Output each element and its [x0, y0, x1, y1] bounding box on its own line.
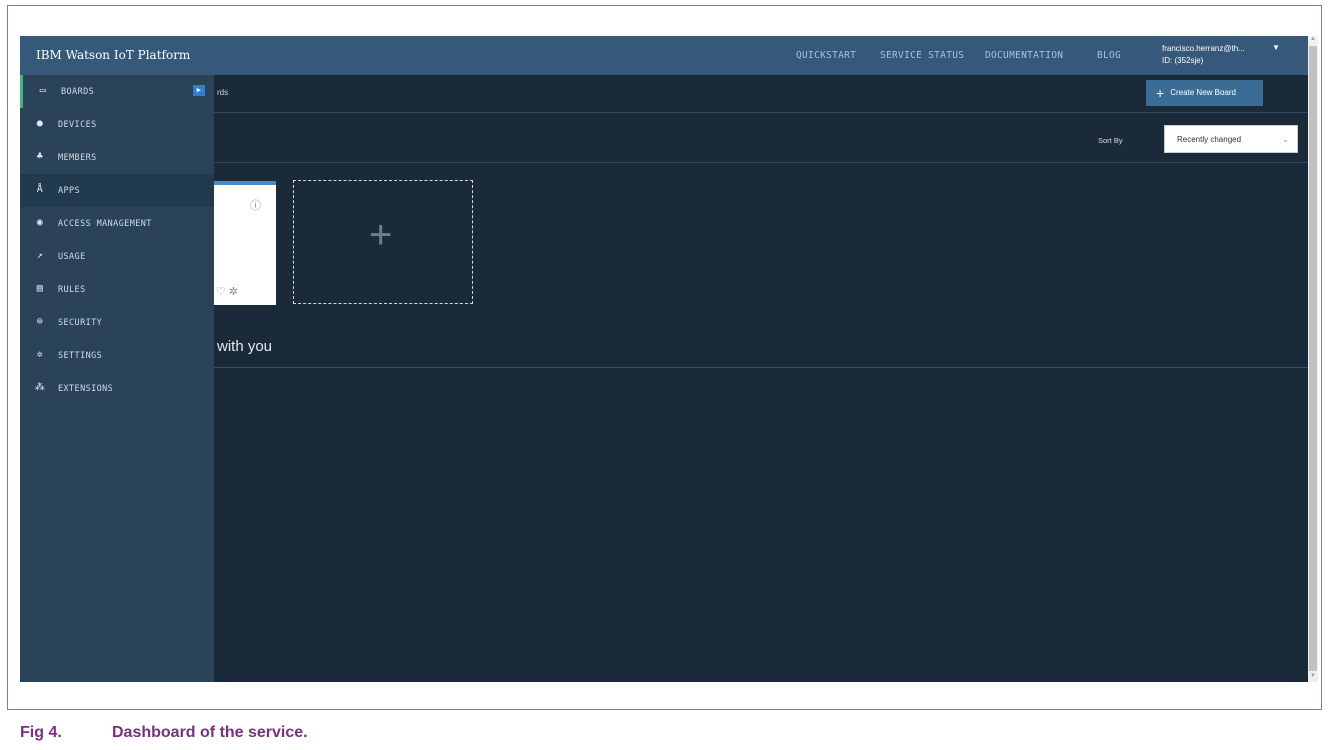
sidebar-item-usage[interactable]: ↗ USAGE	[20, 240, 214, 273]
scrollbar[interactable]: ▲ ▼	[1308, 36, 1318, 682]
chevron-down-icon: ⌄	[1282, 135, 1289, 144]
sidebar-item-settings[interactable]: ✲ SETTINGS	[20, 339, 214, 372]
sidebar-item-devices[interactable]: ● DEVICES	[20, 108, 214, 141]
nav-quickstart[interactable]: QUICKSTART	[796, 50, 856, 61]
brand-title: IBM Watson IoT Platform	[36, 48, 191, 62]
sidebar-item-extensions[interactable]: ⁂ EXTENSIONS	[20, 372, 214, 405]
rules-icon: ▤	[36, 283, 44, 294]
extensions-icon: ⁂	[34, 382, 46, 393]
card-actions: ♡✲	[216, 285, 241, 298]
figure-caption: Fig 4. Dashboard of the service.	[20, 724, 308, 742]
shared-boards-heading: with you	[217, 338, 273, 355]
sidebar-item-label: BOARDS	[61, 87, 95, 97]
lock-icon: ⊜	[36, 316, 44, 327]
boards-icon: ▭	[39, 85, 47, 96]
sidebar-item-label: EXTENSIONS	[58, 384, 114, 394]
nav-service-status[interactable]: SERVICE STATUS	[880, 50, 964, 61]
sidebar-item-boards[interactable]: ▭ BOARDS ▶	[20, 75, 214, 108]
members-icon: ♣	[36, 151, 44, 162]
sidebar-item-label: ACCESS MANAGEMENT	[58, 219, 152, 229]
access-icon: ◉	[36, 217, 44, 228]
section-divider	[214, 367, 1308, 368]
user-name: francisco.herranz@th...	[1162, 44, 1245, 53]
create-new-board-button[interactable]: + Create New Board	[1146, 80, 1263, 106]
sidebar-item-access-management[interactable]: ◉ ACCESS MANAGEMENT	[20, 207, 214, 240]
top-bar: IBM Watson IoT Platform QUICKSTART SERVI…	[20, 36, 1308, 75]
sidebar: ▭ BOARDS ▶ ● DEVICES ♣ MEMBERS Å APPS ◉ …	[20, 75, 214, 682]
sidebar-item-label: DEVICES	[58, 120, 97, 130]
sort-select[interactable]: Recently changed ⌄	[1164, 125, 1298, 153]
figure-caption-text: Dashboard of the service.	[112, 724, 308, 741]
gear-icon: ✲	[36, 349, 44, 360]
sort-value: Recently changed	[1177, 135, 1242, 144]
gear-icon[interactable]: ✲	[229, 286, 241, 298]
user-menu[interactable]: francisco.herranz@th... ID: (352sje)	[1162, 43, 1245, 67]
sidebar-item-label: APPS	[58, 186, 81, 196]
sidebar-item-label: USAGE	[58, 252, 86, 262]
sort-label: Sort By	[1098, 136, 1123, 145]
devices-icon: ●	[36, 118, 44, 129]
scroll-down-icon[interactable]: ▼	[1310, 673, 1316, 679]
collapse-arrow-icon[interactable]: ▶	[193, 85, 205, 96]
sidebar-item-label: RULES	[58, 285, 86, 295]
create-new-board-label: Create New Board	[1170, 88, 1236, 98]
nav-blog[interactable]: BLOG	[1097, 50, 1121, 61]
app-window: IBM Watson IoT Platform QUICKSTART SERVI…	[20, 36, 1308, 682]
usage-icon: ↗	[36, 250, 44, 261]
figure-number: Fig 4.	[20, 724, 62, 741]
sidebar-item-members[interactable]: ♣ MEMBERS	[20, 141, 214, 174]
sidebar-item-rules[interactable]: ▤ RULES	[20, 273, 214, 306]
sidebar-item-label: MEMBERS	[58, 153, 97, 163]
apps-icon: Å	[36, 184, 44, 195]
nav-documentation[interactable]: DOCUMENTATION	[985, 50, 1063, 61]
info-icon[interactable]: ⓘ	[250, 197, 261, 213]
user-id: ID: (352sje)	[1162, 56, 1204, 65]
sidebar-item-security[interactable]: ⊜ SECURITY	[20, 306, 214, 339]
add-board-tile[interactable]: +	[293, 180, 473, 304]
breadcrumb[interactable]: rds	[217, 88, 228, 97]
plus-icon: +	[369, 213, 393, 257]
caret-down-icon[interactable]: ▼	[1272, 43, 1280, 52]
favorite-icon[interactable]: ♡	[216, 286, 229, 298]
sidebar-item-apps[interactable]: Å APPS	[20, 174, 214, 207]
scroll-up-icon[interactable]: ▲	[1310, 36, 1316, 42]
sidebar-item-label: SECURITY	[58, 318, 103, 328]
board-card[interactable]: ⓘ ♡✲	[214, 181, 276, 305]
scroll-thumb[interactable]	[1309, 46, 1317, 671]
sidebar-item-label: SETTINGS	[58, 351, 103, 361]
plus-icon: +	[1156, 85, 1165, 101]
